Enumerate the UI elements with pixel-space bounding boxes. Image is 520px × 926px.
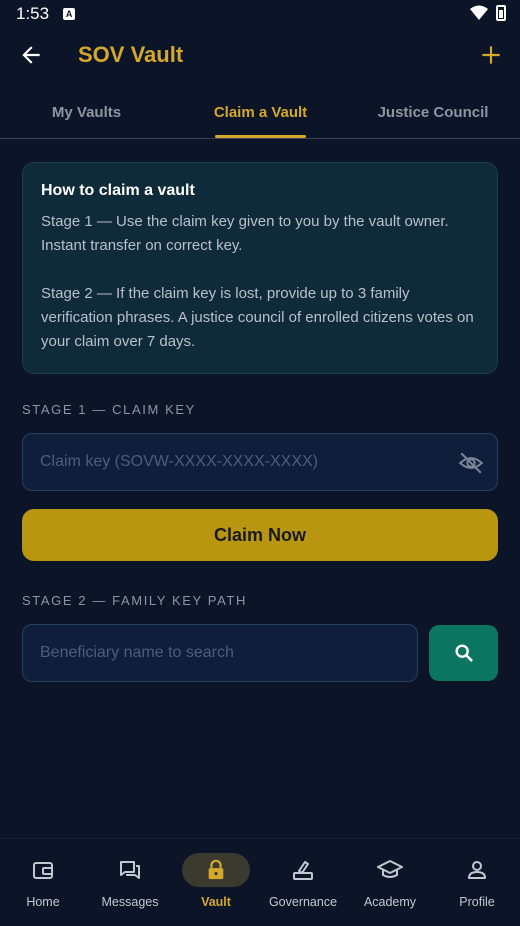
nav-home-label: Home <box>26 895 60 909</box>
nav-governance-label: Governance <box>268 895 338 909</box>
nav-vault-label: Vault <box>201 895 231 909</box>
chat-icon <box>120 861 140 879</box>
vote-icon <box>293 861 313 880</box>
search-icon <box>454 644 473 662</box>
bottom-navigation: Home Messages Vault Governance Academy P… <box>0 838 520 926</box>
app-bar: SOV Vault <box>0 28 520 86</box>
active-tab-indicator <box>215 135 306 138</box>
info-card-title: How to claim a vault <box>41 182 195 199</box>
tab-bar: My Vaults Claim a Vault Justice Council <box>0 86 520 139</box>
person-icon <box>468 861 486 879</box>
claim-key-field <box>22 433 498 491</box>
claim-now-button[interactable]: Claim Now <box>22 509 498 561</box>
nav-messages[interactable]: Messages <box>87 853 173 923</box>
stage2-description: Stage 2 — If the claim key is lost, prov… <box>41 285 474 350</box>
beneficiary-search-field <box>22 624 418 682</box>
nav-home[interactable]: Home <box>0 853 86 923</box>
battery-icon <box>496 5 506 21</box>
search-button[interactable] <box>429 625 498 681</box>
back-arrow-icon[interactable] <box>18 42 44 68</box>
stage1-description: Stage 1 — Use the claim key given to you… <box>41 213 449 254</box>
claim-key-input[interactable] <box>40 453 480 471</box>
tab-claim-a-vault[interactable]: Claim a Vault <box>189 86 332 138</box>
add-icon[interactable] <box>478 42 504 68</box>
stage2-label: STAGE 2 — FAMILY KEY PATH <box>22 593 247 608</box>
nav-governance[interactable]: Governance <box>260 853 346 923</box>
tab-justice-council[interactable]: Justice Council <box>358 86 508 138</box>
status-icons <box>470 5 506 21</box>
app-title: SOV Vault <box>78 42 184 67</box>
tab-my-vaults[interactable]: My Vaults <box>14 86 159 138</box>
wallet-icon <box>33 862 53 879</box>
visibility-off-icon[interactable] <box>458 450 484 476</box>
wifi-icon <box>470 5 488 20</box>
lock-icon <box>208 859 224 880</box>
nav-academy-label: Academy <box>363 895 417 909</box>
status-time: 1:53 <box>16 4 50 23</box>
nav-profile[interactable]: Profile <box>434 853 520 923</box>
status-bar: 1:53 A <box>0 0 520 28</box>
nav-vault[interactable]: Vault <box>173 853 259 923</box>
nav-profile-label: Profile <box>459 895 495 909</box>
nav-messages-label: Messages <box>101 895 159 909</box>
how-to-claim-card: How to claim a vault Stage 1 — Use the c… <box>22 162 498 374</box>
notification-icon: A <box>63 8 76 20</box>
beneficiary-search-input[interactable] <box>40 644 400 662</box>
stage1-label: STAGE 1 — CLAIM KEY <box>22 402 196 417</box>
graduation-cap-icon <box>377 860 403 878</box>
nav-academy[interactable]: Academy <box>347 853 433 923</box>
